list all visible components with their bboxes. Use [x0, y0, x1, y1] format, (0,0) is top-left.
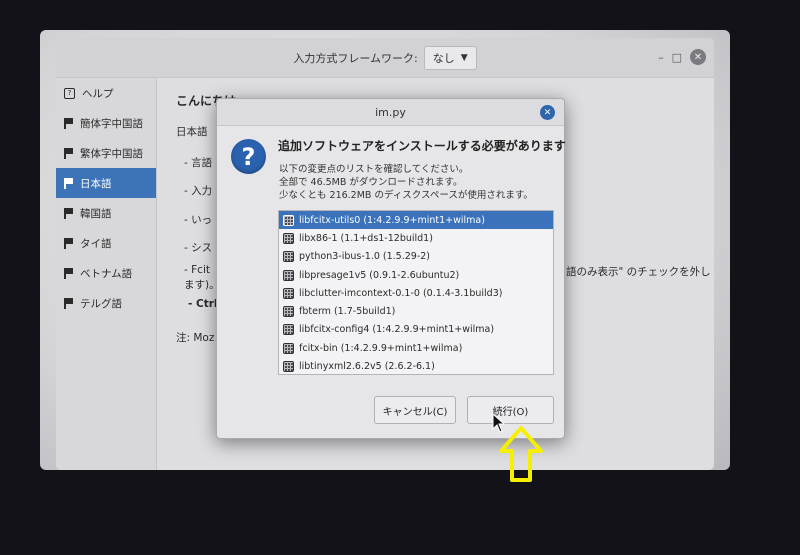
chevron-down-icon: ▼: [460, 52, 468, 63]
cancel-button[interactable]: キャンセル(C): [374, 396, 456, 424]
sidebar-item-label: テルグ語: [80, 297, 122, 310]
content-shortcut: - Ctrl: [188, 298, 218, 310]
help-icon: ?: [64, 87, 75, 99]
content-line: 日本語: [176, 126, 208, 138]
framework-value: なし: [432, 51, 455, 65]
dialog-desc-line: 少なくとも 216.2MB のディスクスペースが使用されます。: [279, 190, 533, 201]
content-bullet: - 言語: [184, 157, 213, 169]
content-bullet: - シス: [184, 242, 213, 254]
package-name: libclutter-imcontext-0.1-0 (0.1.4-3.1bui…: [299, 287, 503, 299]
flag-icon: [64, 117, 73, 129]
flag-icon: [64, 147, 73, 159]
list-item[interactable]: libclutter-imcontext-0.1-0 (0.1.4-3.1bui…: [279, 284, 553, 302]
maximize-button[interactable]: □: [672, 51, 682, 64]
dialog-title: im.py: [375, 105, 406, 119]
package-icon: [283, 306, 294, 318]
list-item[interactable]: fbterm (1.7-5build1): [279, 302, 553, 320]
package-name: fcitx-bin (1:4.2.9.9+mint1+wilma): [299, 342, 463, 354]
flag-icon: [64, 297, 73, 309]
sidebar-item-label: 簡体字中国語: [80, 117, 143, 130]
package-name: libtinyxml2.6.2v5 (2.6.2-6.1): [299, 361, 435, 373]
flag-icon: [64, 267, 73, 279]
content-bullet: - Fcit: [184, 264, 210, 276]
sidebar-item-label: ベトナム語: [80, 267, 133, 280]
dialog-description: 以下の変更点のリストを確認してください。 全部で 46.5MB がダウンロードさ…: [279, 163, 533, 202]
flag-icon: [64, 177, 73, 189]
flag-icon: [64, 237, 73, 249]
list-item[interactable]: libfcitx-config4 (1:4.2.9.9+mint1+wilma): [279, 321, 553, 339]
list-item[interactable]: libtinyxml2.6.2v5 (2.6.2-6.1): [279, 357, 553, 374]
list-item[interactable]: fcitx-bin (1:4.2.9.9+mint1+wilma): [279, 339, 553, 357]
content-bullet: - 入力: [184, 185, 213, 197]
sidebar-item-thai[interactable]: タイ語: [56, 228, 156, 258]
sidebar-item-label: 日本語: [80, 177, 112, 190]
continue-button[interactable]: 続行(O): [467, 396, 554, 424]
sidebar-item-traditional-chinese[interactable]: 繁体字中国語: [56, 138, 156, 168]
framework-select[interactable]: なし ▼: [423, 45, 477, 70]
dialog-titlebar: im.py ✕: [217, 99, 564, 126]
package-icon: [283, 251, 294, 263]
sidebar-item-label: ヘルプ: [82, 87, 114, 100]
package-icon: [283, 232, 294, 244]
package-icon: [283, 324, 294, 336]
sidebar-item-label: タイ語: [80, 237, 112, 250]
content-line: ます)。: [184, 279, 220, 291]
package-icon: [283, 214, 294, 226]
package-name: fbterm (1.7-5build1): [299, 306, 396, 318]
package-icon: [283, 361, 294, 373]
package-name: libpresage1v5 (0.9.1-2.6ubuntu2): [299, 269, 460, 281]
window-titlebar: 入力方式フレームワーク: なし ▼ – □ ✕: [56, 38, 714, 78]
package-name: python3-ibus-1.0 (1.5.29-2): [299, 251, 431, 263]
sidebar-item-japanese[interactable]: 日本語: [56, 168, 156, 198]
package-name: libfcitx-config4 (1:4.2.9.9+mint1+wilma): [299, 324, 495, 336]
language-sidebar: ? ヘルプ 簡体字中国語 繁体字中国語 日本語 韓国語 タイ語 ベトナム語 テル…: [56, 78, 157, 470]
annotation-arrow-icon: [499, 426, 543, 482]
close-button[interactable]: ✕: [690, 49, 706, 65]
dialog-desc-line: 全部で 46.5MB がダウンロードされます。: [279, 177, 463, 188]
list-item[interactable]: libpresage1v5 (0.9.1-2.6ubuntu2): [279, 266, 553, 284]
sidebar-item-vietnamese[interactable]: ベトナム語: [56, 258, 156, 288]
install-dialog: im.py ✕ ? 追加ソフトウェアをインストールする必要があります 以下の変更…: [216, 98, 566, 439]
dialog-desc-line: 以下の変更点のリストを確認してください。: [279, 164, 469, 175]
framework-label: 入力方式フレームワーク:: [293, 51, 418, 65]
sidebar-item-help[interactable]: ? ヘルプ: [56, 78, 156, 108]
sidebar-item-label: 繁体字中国語: [80, 147, 143, 160]
sidebar-item-korean[interactable]: 韓国語: [56, 198, 156, 228]
dialog-close-button[interactable]: ✕: [540, 105, 555, 120]
dialog-heading: 追加ソフトウェアをインストールする必要があります: [278, 139, 566, 153]
content-note: 注: Moz: [176, 332, 215, 344]
package-icon: [283, 269, 294, 281]
package-name: libx86-1 (1.1+ds1-12build1): [299, 232, 433, 244]
sidebar-item-telugu[interactable]: テルグ語: [56, 288, 156, 318]
flag-icon: [64, 207, 73, 219]
sidebar-item-label: 韓国語: [80, 207, 112, 220]
window-controls: – □ ✕: [658, 49, 706, 65]
package-icon: [283, 342, 294, 354]
list-item[interactable]: libfcitx-utils0 (1:4.2.9.9+mint1+wilma): [279, 211, 553, 230]
close-icon: ✕: [693, 51, 703, 63]
package-name: libfcitx-utils0 (1:4.2.9.9+mint1+wilma): [299, 214, 485, 226]
package-list[interactable]: libfcitx-utils0 (1:4.2.9.9+mint1+wilma) …: [278, 210, 554, 375]
list-item[interactable]: python3-ibus-1.0 (1.5.29-2): [279, 248, 553, 266]
content-bullet-continuation: 語のみ表示" のチェックを外し: [566, 266, 711, 278]
question-icon: ?: [231, 139, 266, 174]
minimize-button[interactable]: –: [658, 51, 664, 64]
package-icon: [283, 287, 294, 299]
sidebar-item-simplified-chinese[interactable]: 簡体字中国語: [56, 108, 156, 138]
list-item[interactable]: libx86-1 (1.1+ds1-12build1): [279, 229, 553, 247]
content-bullet: - いっ: [184, 214, 213, 226]
